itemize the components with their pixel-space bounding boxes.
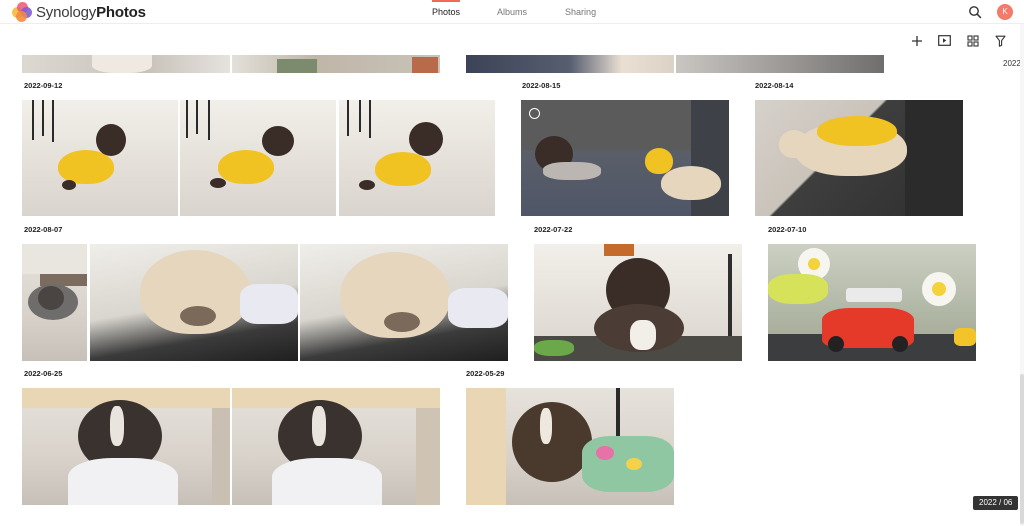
photo-thumbnail[interactable]	[180, 100, 336, 216]
photo-thumbnail[interactable]	[90, 244, 298, 361]
date-heading: 2022-09-12	[24, 81, 63, 90]
synology-photos-app: SynologyPhotos Photos Albums Sharing K 2…	[0, 0, 1024, 526]
date-heading: 2022-08-15	[522, 81, 561, 90]
slideshow-icon[interactable]	[936, 33, 953, 48]
user-avatar[interactable]: K	[997, 4, 1013, 20]
date-heading: 2022-08-07	[24, 225, 63, 234]
photo-thumbnail[interactable]	[22, 388, 230, 505]
synology-photos-logo-icon	[12, 2, 32, 22]
photo-thumbnail[interactable]	[534, 244, 742, 361]
date-heading: 2022-05-29	[466, 369, 505, 378]
tab-sharing[interactable]: Sharing	[551, 0, 610, 24]
photo-thumbnail[interactable]	[466, 388, 674, 505]
photo-thumbnail[interactable]	[22, 244, 87, 361]
photo-thumbnail[interactable]	[232, 388, 440, 505]
main-tabs: Photos Albums Sharing	[418, 0, 610, 24]
date-heading: 2022-07-10	[768, 225, 807, 234]
photo-thumbnail[interactable]	[768, 244, 976, 361]
scrollbar-thumb[interactable]	[1020, 374, 1024, 524]
date-heading: 2022-08-14	[755, 81, 794, 90]
timeline-scrollbar[interactable]	[1020, 24, 1024, 526]
select-checkbox[interactable]	[529, 108, 540, 119]
tab-photos[interactable]: Photos	[418, 0, 474, 24]
photo-row-partial	[466, 55, 674, 73]
photo-row-partial	[232, 55, 440, 73]
tab-albums[interactable]: Albums	[483, 0, 541, 24]
photo-thumbnail[interactable]	[755, 100, 963, 216]
photo-thumbnail[interactable]	[22, 100, 178, 216]
timeline-position-badge: 2022 / 06	[973, 496, 1019, 510]
photo-thumbnail[interactable]	[300, 244, 508, 361]
app-name: SynologyPhotos	[36, 3, 146, 21]
grid-view-icon[interactable]	[964, 33, 981, 48]
photo-thumbnail[interactable]	[339, 100, 495, 216]
search-icon[interactable]	[968, 5, 982, 19]
filter-icon[interactable]	[992, 33, 1009, 48]
photo-row-partial	[22, 55, 230, 73]
timeline-year-label[interactable]: 2022	[1003, 59, 1021, 68]
plus-icon[interactable]	[908, 33, 925, 48]
date-heading: 2022-07-22	[534, 225, 573, 234]
view-toolbar	[908, 33, 1009, 48]
photo-thumbnail[interactable]	[521, 100, 729, 216]
photo-row-partial	[676, 55, 884, 73]
top-bar: SynologyPhotos Photos Albums Sharing K	[0, 0, 1024, 24]
date-heading: 2022-06-25	[24, 369, 63, 378]
app-logo[interactable]: SynologyPhotos	[12, 2, 146, 22]
